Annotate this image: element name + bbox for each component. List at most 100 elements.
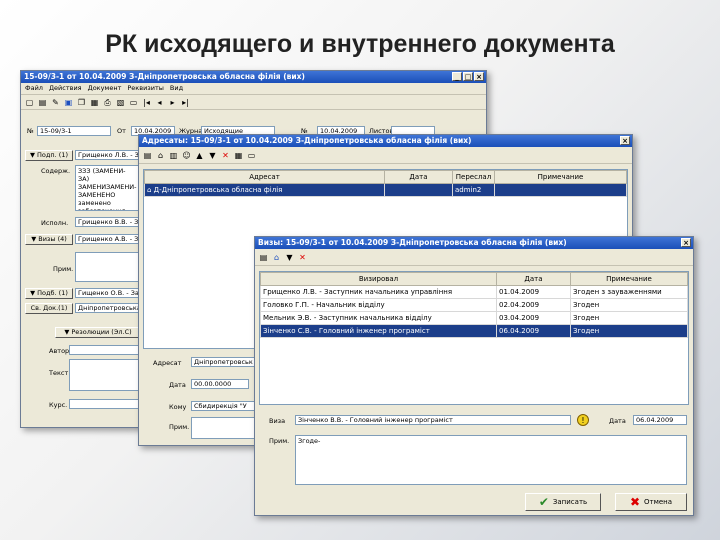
table-row[interactable]: ⌂ Д-Дніпропетровська обласна філія admin… — [144, 183, 627, 197]
card-icon[interactable]: ▭ — [128, 97, 139, 108]
approver-cell: Мельник Э.В. - Заступник начальника відд… — [260, 311, 497, 325]
home-icon[interactable]: ⌂ — [271, 252, 282, 263]
date-label: Дата — [609, 417, 626, 425]
number-label: № — [27, 127, 34, 135]
column-header-approver[interactable]: Визировал — [260, 272, 497, 286]
document-icon[interactable]: ▤ — [258, 252, 269, 263]
table-row[interactable]: Мельник Э.В. - Заступник начальника відд… — [260, 311, 688, 325]
note-label: Прим. — [269, 437, 290, 445]
note-textarea[interactable] — [191, 417, 257, 439]
last-icon[interactable]: ▸| — [180, 97, 191, 108]
date-cell — [384, 183, 453, 197]
registration-card-titlebar[interactable]: 15-09/3-1 от 10.04.2009 З-Дніпропетровсь… — [21, 71, 486, 83]
table-row[interactable]: Головко Г.П. - Начальник відділу 02.04.2… — [260, 298, 688, 312]
note-cell — [494, 183, 627, 197]
selection-field[interactable]: Гищенко О.В. - Засту — [75, 288, 145, 298]
table-icon[interactable]: ▭ — [246, 150, 257, 161]
move-down-icon[interactable]: ▼ — [207, 150, 218, 161]
addressees-toolbar: ▤ ⌂ ▥ ☺ ▲ ▼ ✕ ▦ ▭ — [139, 147, 632, 164]
course-field[interactable] — [69, 399, 141, 409]
resolutions-button[interactable]: ▼ Резолюции (Эл.С) — [55, 327, 141, 338]
save-button[interactable]: ✔ Записать — [525, 493, 601, 511]
move-up-icon[interactable]: ▲ — [194, 150, 205, 161]
column-header-note[interactable]: Примечание — [570, 272, 688, 286]
column-header-date[interactable]: Дата — [496, 272, 571, 286]
reference-icon[interactable]: ▥ — [168, 150, 179, 161]
close-button[interactable]: × — [681, 238, 691, 247]
executor-label: Исполн. — [41, 219, 69, 227]
delete-icon[interactable]: ✕ — [220, 150, 231, 161]
number-field[interactable]: 15-09/3-1 — [37, 126, 111, 136]
close-button[interactable]: × — [620, 136, 630, 145]
document-icon[interactable]: ▤ — [142, 150, 153, 161]
list-icon[interactable]: ▦ — [233, 150, 244, 161]
column-header-note[interactable]: Примечание — [494, 170, 627, 184]
linked-docs-button[interactable]: Св. Док.(1) — [25, 303, 73, 314]
table-row[interactable]: Зінченко С.В. - Головний інженер програм… — [260, 324, 688, 338]
note-textarea[interactable] — [75, 252, 145, 282]
content-label: Содерж. — [41, 167, 71, 175]
copy-icon[interactable]: ❐ — [76, 97, 87, 108]
window-title: Визы: 15-09/3-1 от 10.04.2009 З-Дніпропе… — [258, 238, 567, 247]
save-icon[interactable]: ▣ — [63, 97, 74, 108]
course-label: Курс. — [49, 401, 68, 409]
visas-table: Визировал Дата Примечание Грищенко Л.В. … — [259, 271, 689, 405]
author-label: Автор — [49, 347, 70, 355]
delete-icon[interactable]: ✕ — [297, 252, 308, 263]
approver-cell: Зінченко С.В. - Головний інженер програм… — [260, 324, 497, 338]
building-icon[interactable]: ⌂ — [155, 150, 166, 161]
menu-document[interactable]: Документ — [88, 83, 122, 94]
first-icon[interactable]: |◂ — [141, 97, 152, 108]
close-button[interactable]: × — [474, 72, 484, 81]
visas-titlebar[interactable]: Визы: 15-09/3-1 от 10.04.2009 З-Дніпропе… — [255, 237, 693, 249]
date-field[interactable]: 00.00.0000 — [191, 379, 249, 389]
date-cell: 02.04.2009 — [496, 298, 571, 312]
menu-actions[interactable]: Действия — [49, 83, 82, 94]
date-cell: 03.04.2009 — [496, 311, 571, 325]
approver-cell: Грищенко Л.В. - Заступник начальника упр… — [260, 285, 497, 299]
print-icon[interactable]: ⎙ — [102, 97, 113, 108]
executor-field[interactable]: Грищенко В.В. - Заступ — [75, 217, 145, 227]
date-field[interactable]: 06.04.2009 — [633, 415, 687, 425]
column-header-addressee[interactable]: Адресат — [144, 170, 385, 184]
prev-icon[interactable]: ◂ — [154, 97, 165, 108]
signers-button[interactable]: ▼ Подп. (1) — [25, 150, 73, 161]
menu-file[interactable]: Файл — [25, 83, 43, 94]
selection-button[interactable]: ▼ Подб. (1) — [25, 288, 73, 299]
move-down-icon[interactable]: ▼ — [284, 252, 295, 263]
minimize-button[interactable]: _ — [452, 72, 462, 81]
delete-icon[interactable]: ▦ — [89, 97, 100, 108]
column-header-sender[interactable]: Переслал — [452, 170, 495, 184]
note-cell: Згоден з зауваженнями — [570, 285, 688, 299]
table-row[interactable]: Грищенко Л.В. - Заступник начальника упр… — [260, 285, 688, 299]
new-icon[interactable]: ▢ — [24, 97, 35, 108]
recipient-field[interactable]: Сбидирекція "У — [191, 401, 257, 411]
edit-icon[interactable]: ✎ — [50, 97, 61, 108]
addressees-titlebar[interactable]: Адресаты: 15-09/3-1 от 10.04.2009 З-Дніп… — [139, 135, 632, 147]
open-icon[interactable]: ▤ — [37, 97, 48, 108]
linked-docs-field[interactable]: Дніпропетровська обл — [75, 303, 145, 313]
save-button-label: Записать — [552, 498, 588, 506]
maximize-button[interactable]: □ — [463, 72, 473, 81]
author-field[interactable] — [69, 345, 141, 355]
addressee-field[interactable]: Дніпропетровськ — [191, 357, 257, 367]
next-icon[interactable]: ▸ — [167, 97, 178, 108]
people-icon[interactable]: ☺ — [181, 150, 192, 161]
text-textarea[interactable] — [69, 359, 141, 391]
menu-requisites[interactable]: Реквизиты — [127, 83, 164, 94]
date-label: Дата — [169, 381, 186, 389]
building-icon: ⌂ — [147, 186, 154, 194]
note-label: Прим. — [53, 265, 74, 273]
cancel-button[interactable]: ✖ Отмена — [615, 493, 687, 511]
sender-cell: admin2 — [452, 183, 495, 197]
visas-button[interactable]: ▼ Визы (4) — [25, 234, 73, 245]
content-textarea[interactable]: ЗЗЗ (ЗАМЕНИ-ЗА) ЗАМЕНИЗАМЕНИ-ЗАМЕНЕНО за… — [75, 165, 139, 211]
note-textarea[interactable]: Згоде- — [295, 435, 687, 485]
signers-field[interactable]: Грищенко Л.В. - Заступ — [75, 150, 145, 160]
preview-icon[interactable]: ▧ — [115, 97, 126, 108]
visas-field[interactable]: Грищенко А.В. - Засту — [75, 234, 145, 244]
column-header-date[interactable]: Дата — [384, 170, 453, 184]
lookup-icon[interactable]: ! — [577, 414, 589, 426]
menu-view[interactable]: Вид — [170, 83, 183, 94]
visa-field[interactable]: Зінченко В.В. - Головний інженер програм… — [295, 415, 571, 425]
